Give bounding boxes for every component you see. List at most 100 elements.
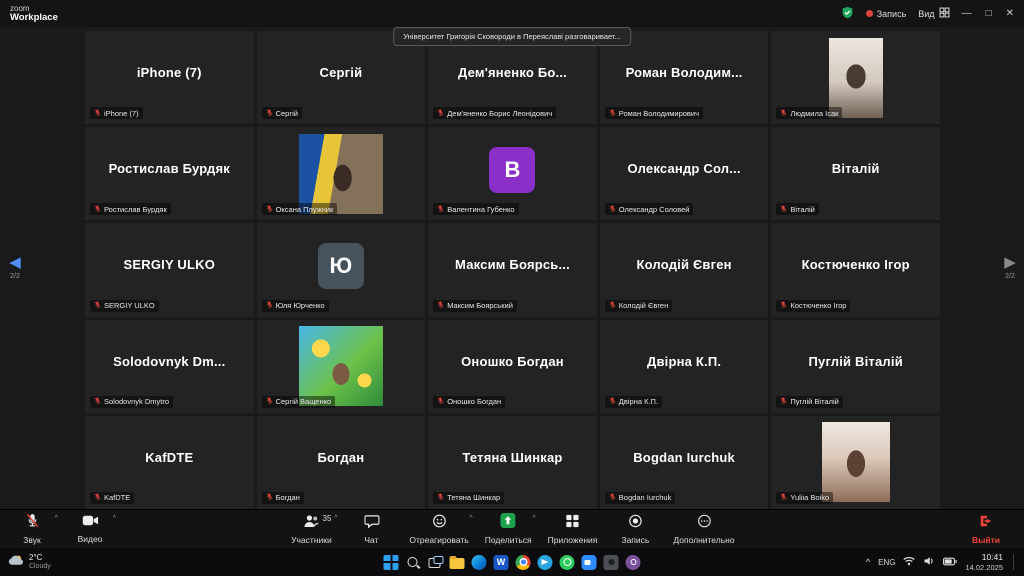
start-icon[interactable]: [384, 555, 399, 570]
close-button[interactable]: ✕: [1006, 8, 1014, 19]
chat-button[interactable]: Чат: [343, 513, 399, 545]
participant-tile[interactable]: KafDTEKafDTE: [85, 416, 254, 509]
participant-tile[interactable]: iPhone (7) iPhone (7): [85, 31, 254, 124]
whatsapp-icon[interactable]: [560, 555, 575, 570]
participant-label: Максим Боярський: [433, 300, 517, 312]
recording-indicator[interactable]: Запись: [866, 9, 907, 19]
participant-tile[interactable]: Оксана Плужник: [257, 127, 426, 220]
participant-label: KafDTE: [90, 492, 134, 504]
clock-widget[interactable]: 10:41 14.02.2025: [965, 552, 1003, 571]
participant-tile[interactable]: SERGIY ULKO SERGIY ULKO: [85, 223, 254, 316]
participant-tile[interactable]: ВВалентина Губенко: [428, 127, 597, 220]
participant-label-text: Костюченко Ігор: [790, 301, 846, 310]
telegram-icon[interactable]: [538, 555, 553, 570]
participant-display-name: Максим Боярсь...: [445, 257, 580, 282]
share-button[interactable]: Поделиться ^: [479, 513, 538, 545]
participant-label: iPhone (7): [90, 107, 143, 119]
tray-overflow-chevron-icon[interactable]: ^: [866, 557, 870, 567]
maximize-button[interactable]: □: [986, 8, 992, 19]
viber-icon[interactable]: [626, 555, 641, 570]
participant-label-text: Максим Боярський: [447, 301, 513, 310]
audio-options-caret[interactable]: ^: [55, 515, 58, 522]
muted-mic-icon: [94, 493, 101, 502]
participant-display-name: Роман Володим...: [616, 65, 753, 90]
next-page-arrow-icon[interactable]: ▶: [999, 255, 1021, 270]
participant-tile[interactable]: Тетяна ШинкарТетяна Шинкар: [428, 416, 597, 509]
participant-video: [829, 38, 883, 118]
more-button[interactable]: Дополнительно: [667, 513, 740, 545]
participant-label-text: Колодій Євген: [619, 301, 668, 310]
participant-tile[interactable]: Олександр Сол...Олександр Соловей: [600, 127, 769, 220]
weather-desc: Cloudy: [29, 563, 51, 571]
smiley-icon: [432, 514, 446, 533]
participant-label: Сергій: [262, 107, 302, 119]
participant-tile[interactable]: Yuliia Boiko: [771, 416, 940, 509]
participant-label-text: Роман Володимирович: [619, 109, 699, 118]
minimize-button[interactable]: —: [962, 8, 972, 19]
share-screen-icon: [501, 513, 516, 533]
participant-tile[interactable]: БогданБогдан: [257, 416, 426, 509]
view-button[interactable]: Вид: [918, 7, 949, 20]
participant-tile[interactable]: ВіталійВіталій: [771, 127, 940, 220]
task-view-icon[interactable]: [428, 555, 443, 570]
participant-tile[interactable]: Solodovnyk Dm...Solodovnyk Dmytro: [85, 320, 254, 413]
participant-tile[interactable]: Bogdan IurchukBogdan Iurchuk: [600, 416, 769, 509]
participant-label-text: KafDTE: [104, 493, 130, 502]
record-label: Запись: [621, 535, 649, 545]
participant-display-name: Тетяна Шинкар: [452, 450, 572, 475]
participant-tile[interactable]: Оношко БогданОношко Богдан: [428, 320, 597, 413]
participants-count: 35: [323, 514, 332, 523]
participant-label: Віталій: [776, 203, 818, 215]
participant-label-text: Віталій: [790, 205, 814, 214]
zoom-icon[interactable]: [582, 555, 597, 570]
muted-mic-icon: [266, 205, 273, 214]
zoom-workplace-logo: zoom Workplace: [6, 5, 58, 23]
participants-button[interactable]: 35 Участники ^: [283, 513, 339, 545]
language-indicator[interactable]: ENG: [878, 558, 895, 567]
leave-button[interactable]: Выйти: [958, 514, 1014, 545]
battery-icon[interactable]: [943, 553, 957, 571]
participant-label-text: Yuliia Boiko: [790, 493, 829, 502]
edge-icon[interactable]: [472, 555, 487, 570]
weather-widget[interactable]: 2°C Cloudy: [8, 553, 51, 571]
share-label: Поделиться: [485, 535, 532, 545]
participant-tile[interactable]: Пуглій ВіталійПуглій Віталій: [771, 320, 940, 413]
participant-tile[interactable]: Колодій ЄвгенКолодій Євген: [600, 223, 769, 316]
security-shield-icon[interactable]: [841, 6, 854, 21]
participant-tile[interactable]: Сергій Ващенко: [257, 320, 426, 413]
participant-tile[interactable]: Максим Боярсь... Максим Боярський: [428, 223, 597, 316]
participant-label-text: Юля Юрченко: [276, 301, 325, 310]
previous-page-arrow-icon[interactable]: ◀: [4, 255, 26, 270]
react-button[interactable]: Отреагировать ^: [403, 513, 474, 545]
participant-display-name: Богдан: [308, 450, 375, 475]
participant-label: SERGIY ULKO: [90, 300, 159, 312]
camera-icon[interactable]: [604, 555, 619, 570]
volume-icon[interactable]: [923, 553, 935, 571]
react-options-caret[interactable]: ^: [469, 515, 472, 522]
participant-tile[interactable]: ЮЮля Юрченко: [257, 223, 426, 316]
file-explorer-icon[interactable]: [450, 558, 465, 569]
participant-label: Сергій Ващенко: [262, 396, 336, 408]
participant-tile[interactable]: Людмила Ісак: [771, 31, 940, 124]
apps-label: Приложения: [548, 535, 598, 545]
video-options-caret[interactable]: ^: [113, 515, 116, 522]
audio-button[interactable]: Звук ^: [4, 513, 60, 545]
participant-tile[interactable]: Ростислав БурдякРостислав Бурдяк: [85, 127, 254, 220]
participant-label: Людмила Ісак: [776, 107, 842, 119]
search-icon[interactable]: [406, 555, 421, 570]
share-options-caret[interactable]: ^: [532, 515, 535, 522]
participant-tile[interactable]: Костюченко ІгорКостюченко Ігор: [771, 223, 940, 316]
participant-label-text: Дем'яненко Борис Леонідович: [447, 109, 552, 118]
participant-tile[interactable]: Двірна К.П.Двірна К.П.: [600, 320, 769, 413]
participant-display-name: iPhone (7): [127, 65, 212, 90]
word-icon[interactable]: [494, 555, 509, 570]
record-button[interactable]: Запись: [607, 513, 663, 545]
wifi-icon[interactable]: [903, 553, 915, 571]
muted-mic-icon: [609, 109, 616, 118]
participants-options-caret[interactable]: ^: [334, 515, 337, 522]
video-button[interactable]: Видео ^: [62, 513, 118, 545]
apps-button[interactable]: Приложения: [542, 513, 604, 545]
chrome-icon[interactable]: [516, 555, 531, 570]
show-desktop-button[interactable]: [1013, 554, 1016, 570]
participant-display-name: SERGIY ULKO: [114, 257, 226, 282]
